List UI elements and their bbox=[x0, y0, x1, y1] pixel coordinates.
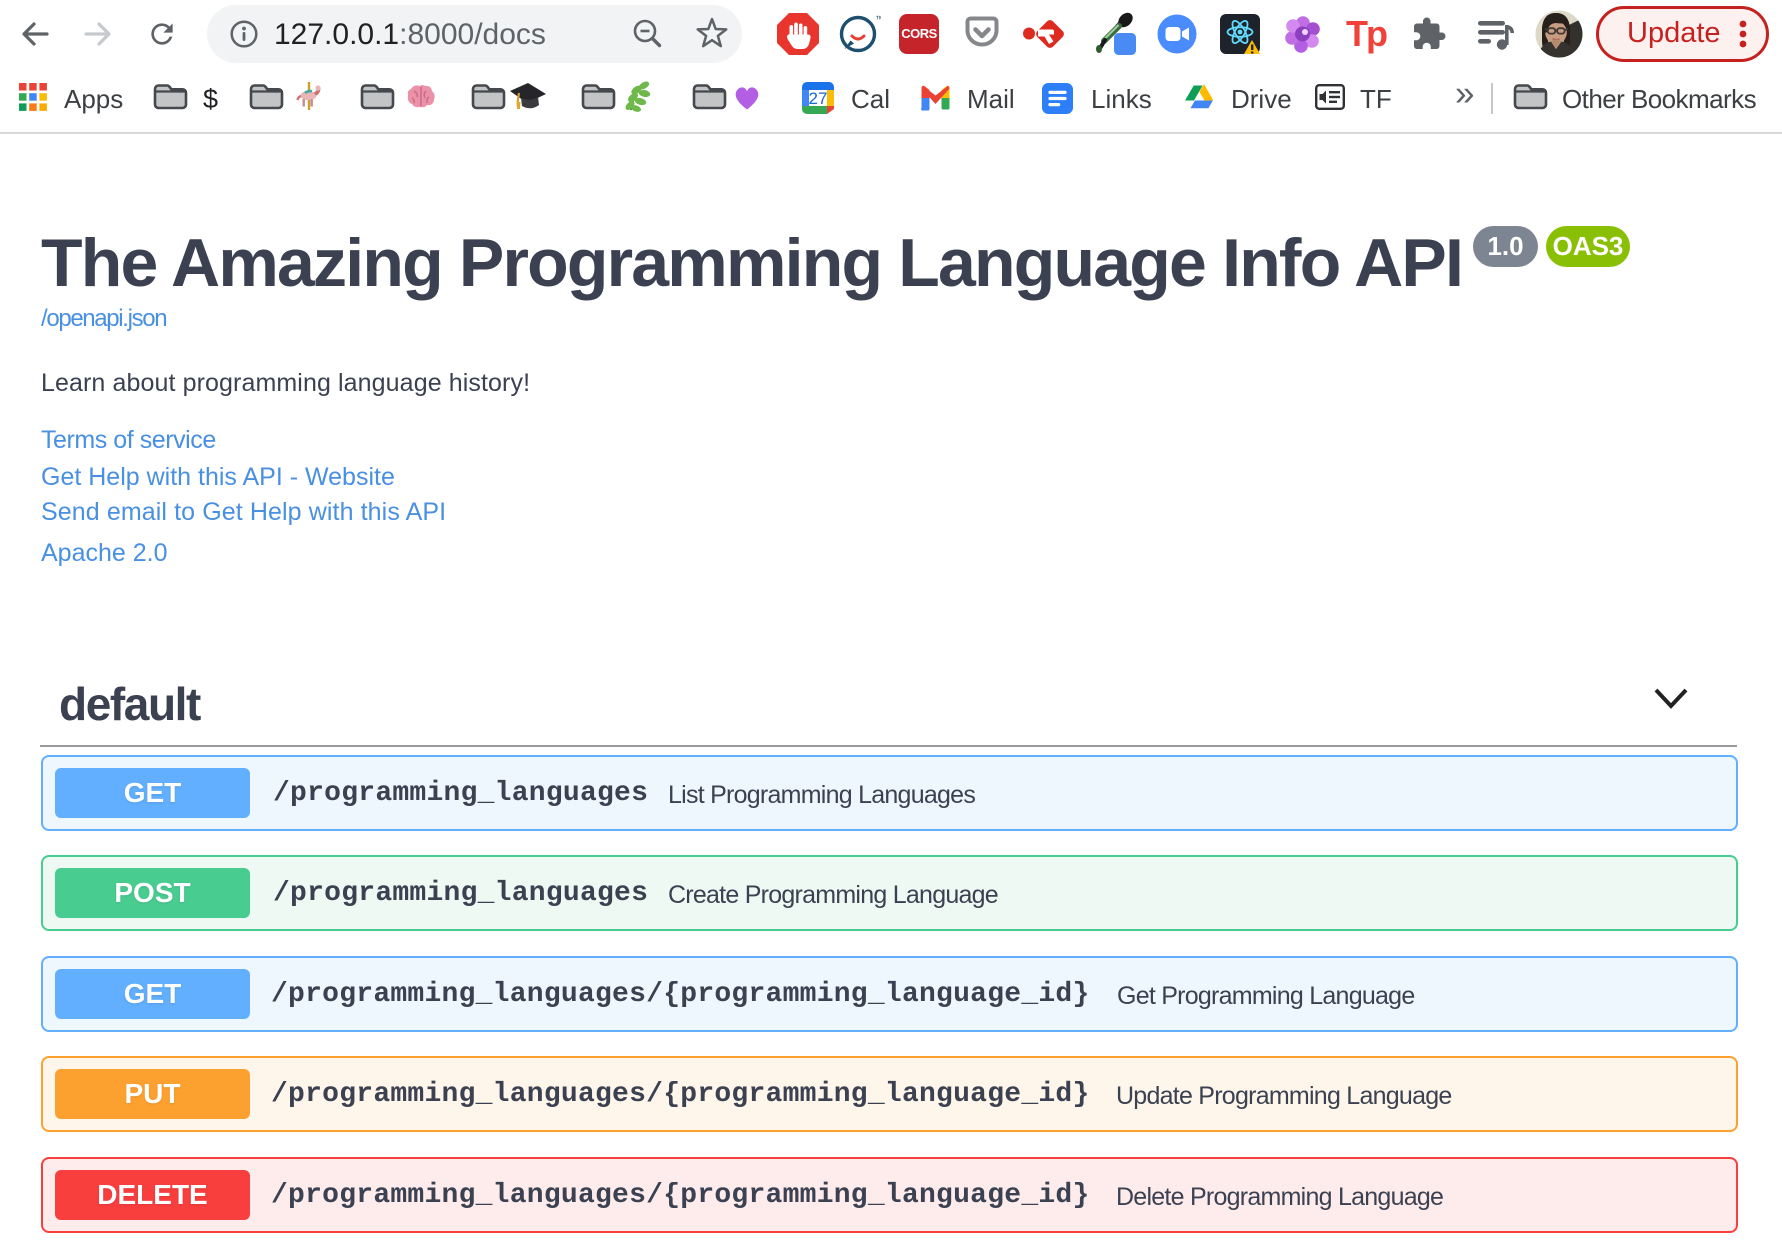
svg-text:™: ™ bbox=[875, 14, 881, 24]
svg-text:27: 27 bbox=[809, 89, 828, 108]
